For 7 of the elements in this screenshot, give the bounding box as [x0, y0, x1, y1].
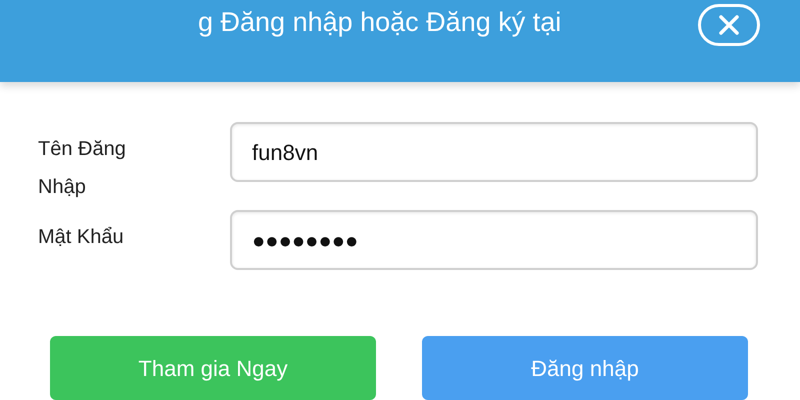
header-title: g Đăng nhập hoặc Đăng ký tại [198, 6, 562, 39]
field-label: Mật Khẩu [38, 225, 125, 250]
input-field[interactable]: fun8vn [230, 122, 758, 182]
input-field[interactable]: ●●●●●●●● [230, 210, 758, 270]
close-button[interactable] [698, 4, 760, 46]
field-label: Tên Đăng Nhập [38, 137, 127, 200]
close-icon [718, 14, 740, 36]
